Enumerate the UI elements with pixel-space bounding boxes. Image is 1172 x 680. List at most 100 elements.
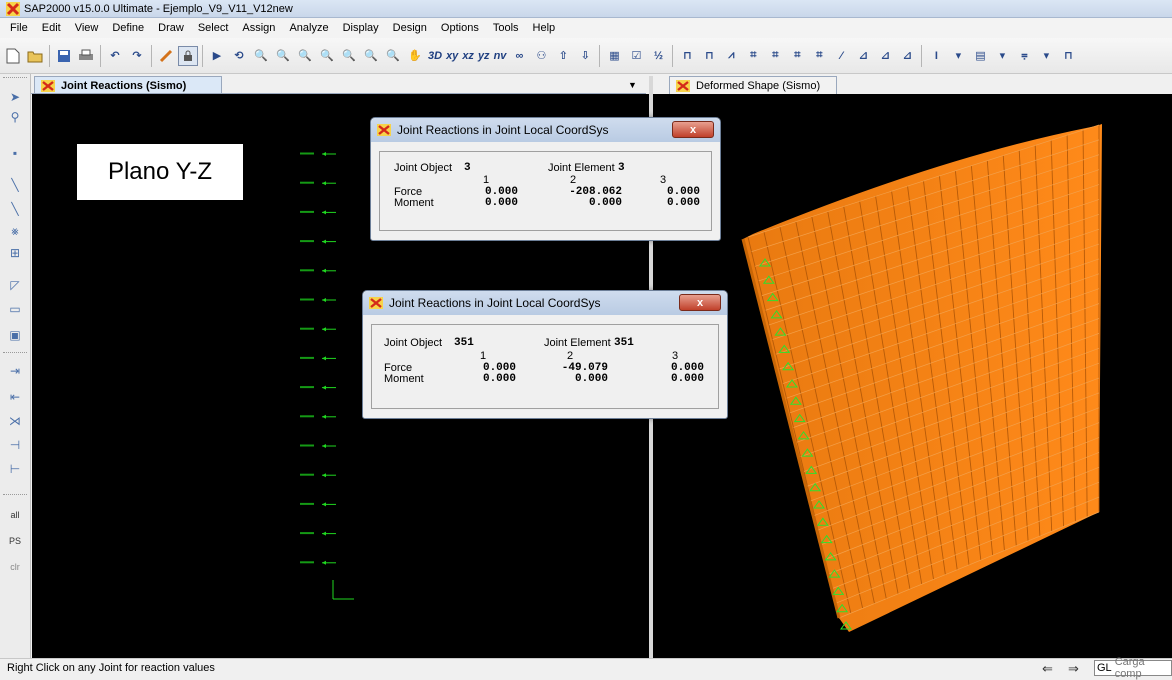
- reaction-arrow[interactable]: [300, 152, 336, 156]
- previous-select-button[interactable]: PS: [5, 532, 25, 550]
- zoom-previous-icon[interactable]: 🔍: [295, 46, 315, 66]
- redo-icon[interactable]: ↷: [127, 46, 147, 66]
- menu-design[interactable]: Design: [393, 22, 427, 34]
- view-yz-button[interactable]: yz: [476, 46, 492, 66]
- undo-icon[interactable]: ↶: [105, 46, 125, 66]
- tab-joint-reactions[interactable]: Joint Reactions (Sismo): [34, 76, 222, 94]
- pan-hand-icon[interactable]: ✋: [405, 46, 425, 66]
- joint-forces-icon[interactable]: ⌗: [743, 46, 763, 66]
- reaction-arrow[interactable]: [300, 298, 336, 302]
- reshaper-icon[interactable]: ⚲: [5, 108, 25, 126]
- show-undeformed-icon[interactable]: ½: [648, 46, 668, 66]
- quick-draw-link-icon[interactable]: ⇤: [5, 388, 25, 406]
- clear-select-button[interactable]: clr: [5, 558, 25, 576]
- run-analysis-icon[interactable]: ▶: [207, 46, 227, 66]
- draw-solid-icon[interactable]: ⋊: [5, 412, 25, 430]
- reaction-arrow[interactable]: [300, 356, 336, 361]
- close-button[interactable]: x: [679, 294, 721, 311]
- menu-options[interactable]: Options: [441, 22, 479, 34]
- draw-secondary-icon[interactable]: ⊞: [5, 244, 25, 262]
- quick-draw-tendon-icon[interactable]: ⊢: [5, 460, 25, 478]
- dialog-title-bar[interactable]: Joint Reactions in Joint Local CoordSys …: [371, 118, 720, 142]
- save-icon[interactable]: [54, 46, 74, 66]
- view-xy-button[interactable]: xy: [444, 46, 460, 66]
- deformed-shape-icon[interactable]: ⩘: [721, 46, 741, 66]
- coordinate-system-selector[interactable]: GL Carga comp: [1094, 656, 1172, 680]
- set-display-options-icon[interactable]: ☑: [626, 46, 646, 66]
- move-up-icon[interactable]: ⇧: [553, 46, 573, 66]
- quick-draw-frame-icon[interactable]: ╲: [5, 200, 25, 218]
- menu-assign[interactable]: Assign: [242, 22, 275, 34]
- draw-tendon-icon[interactable]: ⊣: [5, 436, 25, 454]
- draw-rect-area-icon[interactable]: ▭: [5, 300, 25, 318]
- draw-frame-icon[interactable]: ╲: [5, 176, 25, 194]
- design-check-icon[interactable]: ⊿: [853, 46, 873, 66]
- section-i-icon[interactable]: I: [926, 46, 946, 66]
- draw-link-icon[interactable]: ⇥: [5, 362, 25, 380]
- lock-icon[interactable]: [178, 45, 198, 66]
- menu-view[interactable]: View: [75, 22, 99, 34]
- draw-joint-icon[interactable]: ▪: [5, 144, 25, 162]
- menu-define[interactable]: Define: [112, 22, 144, 34]
- reaction-arrow[interactable]: [300, 268, 336, 273]
- menu-select[interactable]: Select: [198, 22, 229, 34]
- move-down-icon[interactable]: ⇩: [575, 46, 595, 66]
- design-report-icon[interactable]: ⊿: [875, 46, 895, 66]
- new-file-icon[interactable]: [3, 46, 23, 66]
- menu-edit[interactable]: Edit: [42, 22, 61, 34]
- view-xz-button[interactable]: xz: [460, 46, 476, 66]
- arrow-left-icon[interactable]: ⇐: [1042, 661, 1053, 677]
- zoom-in-icon[interactable]: 🔍: [317, 46, 337, 66]
- pencil-icon[interactable]: [156, 46, 176, 66]
- chevron-down-icon[interactable]: ▾: [948, 46, 968, 66]
- menu-tools[interactable]: Tools: [493, 22, 519, 34]
- reaction-arrow[interactable]: [300, 181, 336, 186]
- chevron-down-icon[interactable]: ▾: [1036, 46, 1056, 66]
- draw-poly-area-icon[interactable]: ◸: [5, 276, 25, 294]
- draw-brace-icon[interactable]: ⨳: [5, 222, 25, 240]
- reaction-arrow[interactable]: [300, 531, 336, 536]
- view-3d-button[interactable]: 3D: [426, 46, 444, 66]
- menu-file[interactable]: File: [10, 22, 28, 34]
- design-overwrite-icon[interactable]: ⊿: [897, 46, 917, 66]
- link-icon[interactable]: ⊓: [1058, 46, 1078, 66]
- reaction-arrow[interactable]: [300, 385, 336, 390]
- reaction-arrow[interactable]: [300, 239, 336, 244]
- reaction-arrow[interactable]: [300, 414, 336, 419]
- reaction-arrow[interactable]: [300, 327, 336, 332]
- zoom-extents-icon[interactable]: 🔍: [273, 46, 293, 66]
- joint-reactions-dialog-351[interactable]: Joint Reactions in Joint Local CoordSys …: [362, 290, 728, 419]
- dialog-title-bar[interactable]: Joint Reactions in Joint Local CoordSys …: [363, 291, 727, 315]
- reaction-arrow[interactable]: [300, 210, 336, 215]
- reaction-arrow[interactable]: [300, 473, 336, 478]
- view-nv-button[interactable]: nv: [492, 46, 509, 66]
- zoom-rubber-band-icon[interactable]: 🔍: [251, 46, 271, 66]
- frame-grid-icon[interactable]: ⊓: [699, 46, 719, 66]
- menu-draw[interactable]: Draw: [158, 22, 184, 34]
- zoom-pan-icon[interactable]: 🔍: [361, 46, 381, 66]
- frame-forces-icon[interactable]: ⌗: [765, 46, 785, 66]
- reaction-arrow[interactable]: [300, 502, 336, 507]
- close-button[interactable]: x: [672, 121, 714, 138]
- object-shrink-icon[interactable]: ▦: [604, 46, 624, 66]
- chevron-down-icon[interactable]: ▾: [992, 46, 1012, 66]
- reaction-arrow[interactable]: [300, 560, 336, 565]
- arrow-right-icon[interactable]: ⇒: [1068, 661, 1079, 677]
- chevron-down-icon[interactable]: ▼: [628, 80, 637, 90]
- print-icon[interactable]: [76, 46, 96, 66]
- menu-analyze[interactable]: Analyze: [289, 22, 328, 34]
- pointer-icon[interactable]: ➤: [5, 88, 25, 106]
- shell-forces-icon[interactable]: ⌗: [787, 46, 807, 66]
- rotate-icon[interactable]: ⟲: [229, 46, 249, 66]
- plot-functions-icon[interactable]: ⁄: [831, 46, 851, 66]
- glasses-icon[interactable]: ⚇: [531, 46, 551, 66]
- zoom-out-icon[interactable]: 🔍: [339, 46, 359, 66]
- menu-display[interactable]: Display: [343, 22, 379, 34]
- zoom-fit-icon[interactable]: 🔍: [383, 46, 403, 66]
- joint-reactions-dialog-3[interactable]: Joint Reactions in Joint Local CoordSys …: [370, 117, 721, 241]
- menu-help[interactable]: Help: [533, 22, 556, 34]
- reaction-arrow[interactable]: [300, 444, 336, 448]
- tab-deformed-shape[interactable]: Deformed Shape (Sismo): [669, 76, 837, 94]
- open-folder-icon[interactable]: [25, 46, 45, 66]
- tendon-icon[interactable]: ⩦: [1014, 46, 1034, 66]
